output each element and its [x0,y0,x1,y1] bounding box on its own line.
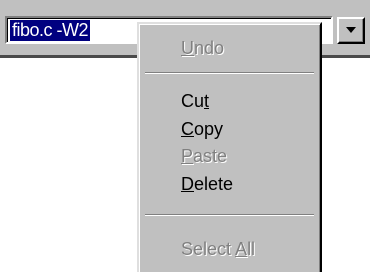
menu-separator [145,72,314,74]
menu-item-cut[interactable]: Cut [181,88,209,114]
menu-item-copy-rest: opy [194,119,224,139]
menu-item-select-all-accel: A [235,239,248,259]
menu-item-delete-rest: elete [194,174,234,194]
menu-separator [145,214,314,216]
menu-item-copy-accel: C [181,119,194,139]
menu-item-select-all-lead: Select [181,239,236,259]
combo-dropdown-button[interactable] [337,17,365,44]
menu-item-copy[interactable]: Copy [181,116,223,142]
menu-item-undo-accel: U [181,38,194,58]
selected-text[interactable]: fibo.c -W2 [10,20,91,41]
menu-item-cut-lead: Cu [181,91,205,111]
menu-item-cut-accel: t [204,91,210,111]
menu-item-select-all-rest: ll [247,239,256,259]
screen: fibo.c -W2 Undo Cut Copy Paste Delete Se… [0,0,370,272]
menu-item-paste-rest: aste [193,146,228,166]
menu-item-paste-accel: P [181,146,194,166]
menu-item-delete-accel: D [181,174,194,194]
edit-context-menu: Undo Cut Copy Paste Delete Select All [137,22,322,272]
menu-item-delete[interactable]: Delete [181,171,233,197]
menu-item-undo[interactable]: Undo [181,35,224,61]
menu-item-undo-rest: ndo [194,38,225,58]
menu-item-paste[interactable]: Paste [181,143,227,169]
menu-item-select-all[interactable]: Select All [181,236,255,262]
down-arrow-icon [346,27,356,33]
